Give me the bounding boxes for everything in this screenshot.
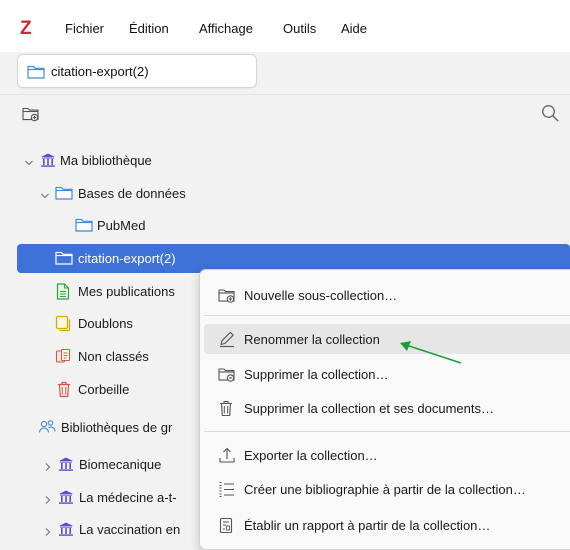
tree-label: Corbeille [78,382,130,397]
chevron-down-icon[interactable] [40,189,50,199]
chevron-right-icon[interactable] [43,460,53,471]
menu-item-label: Créer une bibliographie à partir de la c… [244,482,526,497]
menu-item-supprimer-collection-documents[interactable]: Supprimer la collection et ses documents… [204,393,570,423]
export-icon [218,447,236,464]
menu-outils[interactable]: Outils [283,21,316,37]
zotero-logo[interactable]: Z [20,19,32,39]
report-icon [218,517,236,534]
chevron-down-icon[interactable] [24,156,34,166]
menu-separator [204,315,570,316]
menu-separator [204,431,570,432]
bibliography-icon [218,481,236,498]
trash-icon [56,381,74,398]
tree-label: La vaccination en [79,522,181,537]
publications-icon [55,283,73,300]
tree-item-pubmed[interactable]: PubMed [0,211,570,240]
menu-item-etablir-rapport[interactable]: Établir un rapport à partir de la collec… [204,510,570,540]
delete-collection-icon [218,366,236,383]
menu-fichier[interactable]: Fichier [65,21,104,37]
folder-icon [27,64,45,82]
new-subcollection-icon [218,287,236,304]
menu-item-label: Renommer la collection [244,332,380,347]
chevron-right-icon[interactable] [43,493,53,504]
folder-icon [55,250,73,266]
tree-label: Biomecanique [79,457,162,472]
tree-label: citation-export(2) [78,251,176,266]
menu-aide[interactable]: Aide [341,21,367,37]
context-menu: Nouvelle sous-collection… Renommer la co… [199,269,570,550]
tree-label: Bases de données [78,186,186,201]
tree-item-bases-de-donnees[interactable]: Bases de données [0,179,570,208]
tree-label: Ma bibliothèque [60,153,152,168]
folder-icon [55,185,73,201]
tree-label: PubMed [97,218,146,233]
menu-item-exporter[interactable]: Exporter la collection… [204,440,570,470]
library-icon [57,521,75,537]
unfiled-icon [55,348,73,364]
menu-item-label: Supprimer la collection et ses documents… [244,401,495,416]
tree-label: Bibliothèques de gr [61,420,173,435]
tree-label: Mes publications [78,284,175,299]
groups-icon [38,419,56,435]
menu-item-label: Supprimer la collection… [244,367,389,382]
menu-affichage[interactable]: Affichage [199,21,253,37]
menu-item-creer-bibliographie[interactable]: Créer une bibliographie à partir de la c… [204,474,570,504]
tab-strip: citation-export(2) [0,52,570,94]
menu-edition[interactable]: Édition [129,21,169,37]
tree-label: Doublons [78,316,133,331]
trash-icon [218,400,236,417]
menu-item-label: Établir un rapport à partir de la collec… [244,518,491,533]
search-icon[interactable] [541,104,559,125]
library-icon [57,489,75,505]
menu-item-supprimer-collection[interactable]: Supprimer la collection… [204,359,570,389]
chevron-right-icon[interactable] [43,525,53,536]
tab-label: citation-export(2) [51,64,149,79]
tree-label: La médecine a-t- [79,490,177,505]
duplicates-icon [55,315,73,332]
library-icon [39,152,57,168]
menu-item-label: Exporter la collection… [244,448,378,463]
menu-item-nouvelle-sous-collection[interactable]: Nouvelle sous-collection… [204,280,570,310]
tab-library[interactable]: citation-export(2) [17,54,257,88]
tree-label: Non classés [78,349,149,364]
rename-icon [218,331,236,348]
menu-item-renommer[interactable]: Renommer la collection [204,324,570,354]
new-collection-icon[interactable] [22,106,40,125]
library-icon [57,456,75,472]
tree-item-ma-bibliotheque[interactable]: Ma bibliothèque [0,146,570,175]
menu-bar: Z Fichier Édition Affichage Outils Aide [0,0,570,52]
menu-item-label: Nouvelle sous-collection… [244,288,398,303]
folder-icon [75,217,93,233]
